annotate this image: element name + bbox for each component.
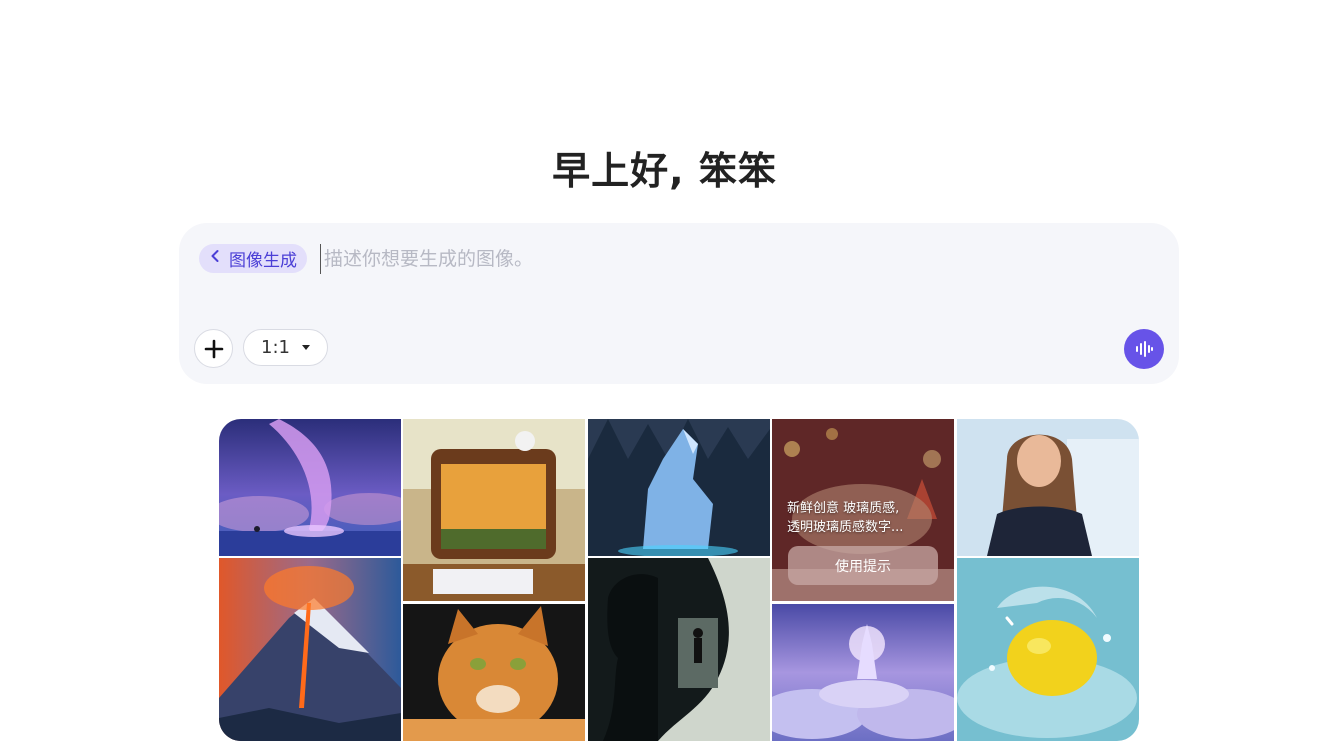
gallery-image-miniature-radio[interactable]: [403, 419, 585, 601]
plus-icon: [204, 339, 223, 358]
gallery-image-volcano[interactable]: [219, 558, 401, 741]
example-prompt-line-1: 新鲜创意 玻璃质感,: [787, 501, 900, 516]
example-gallery: 新鲜创意 玻璃质感, 透明玻璃质感数字... 使用提示: [219, 419, 1139, 741]
image-generation-chip-label: 图像生成: [229, 251, 297, 271]
add-attachment-button[interactable]: [194, 329, 233, 368]
gallery-image-cloud-castle[interactable]: [772, 604, 954, 741]
gallery-image-lemon-splash[interactable]: [957, 558, 1139, 741]
example-prompt-line-2: 透明玻璃质感数字...: [787, 520, 904, 535]
gallery-image-silhouette-portrait[interactable]: [588, 558, 770, 741]
gallery-image-glass-numbers[interactable]: 新鲜创意 玻璃质感, 透明玻璃质感数字... 使用提示: [772, 419, 954, 601]
greeting-title: 早上好, 笨笨: [552, 149, 777, 193]
voice-input-button[interactable]: [1124, 329, 1164, 369]
chevron-left-icon: [207, 248, 223, 269]
aspect-ratio-dropdown[interactable]: 1:1: [243, 329, 328, 366]
gallery-image-speaker-woman[interactable]: [957, 419, 1139, 556]
aspect-ratio-value: 1:1: [261, 337, 290, 358]
voice-wave-icon: [1136, 341, 1153, 357]
prompt-composer: 图像生成 1:1: [179, 223, 1179, 384]
use-prompt-button[interactable]: 使用提示: [788, 546, 938, 585]
gallery-image-whale-sky[interactable]: [219, 419, 401, 556]
prompt-input[interactable]: [320, 244, 1144, 274]
example-prompt-text: 新鲜创意 玻璃质感, 透明玻璃质感数字...: [787, 499, 937, 537]
caret-down-icon: [301, 345, 310, 350]
gallery-image-crystal-wolf[interactable]: [588, 419, 770, 556]
gallery-image-orange-cat[interactable]: [403, 604, 585, 741]
image-generation-chip[interactable]: 图像生成: [199, 244, 307, 273]
